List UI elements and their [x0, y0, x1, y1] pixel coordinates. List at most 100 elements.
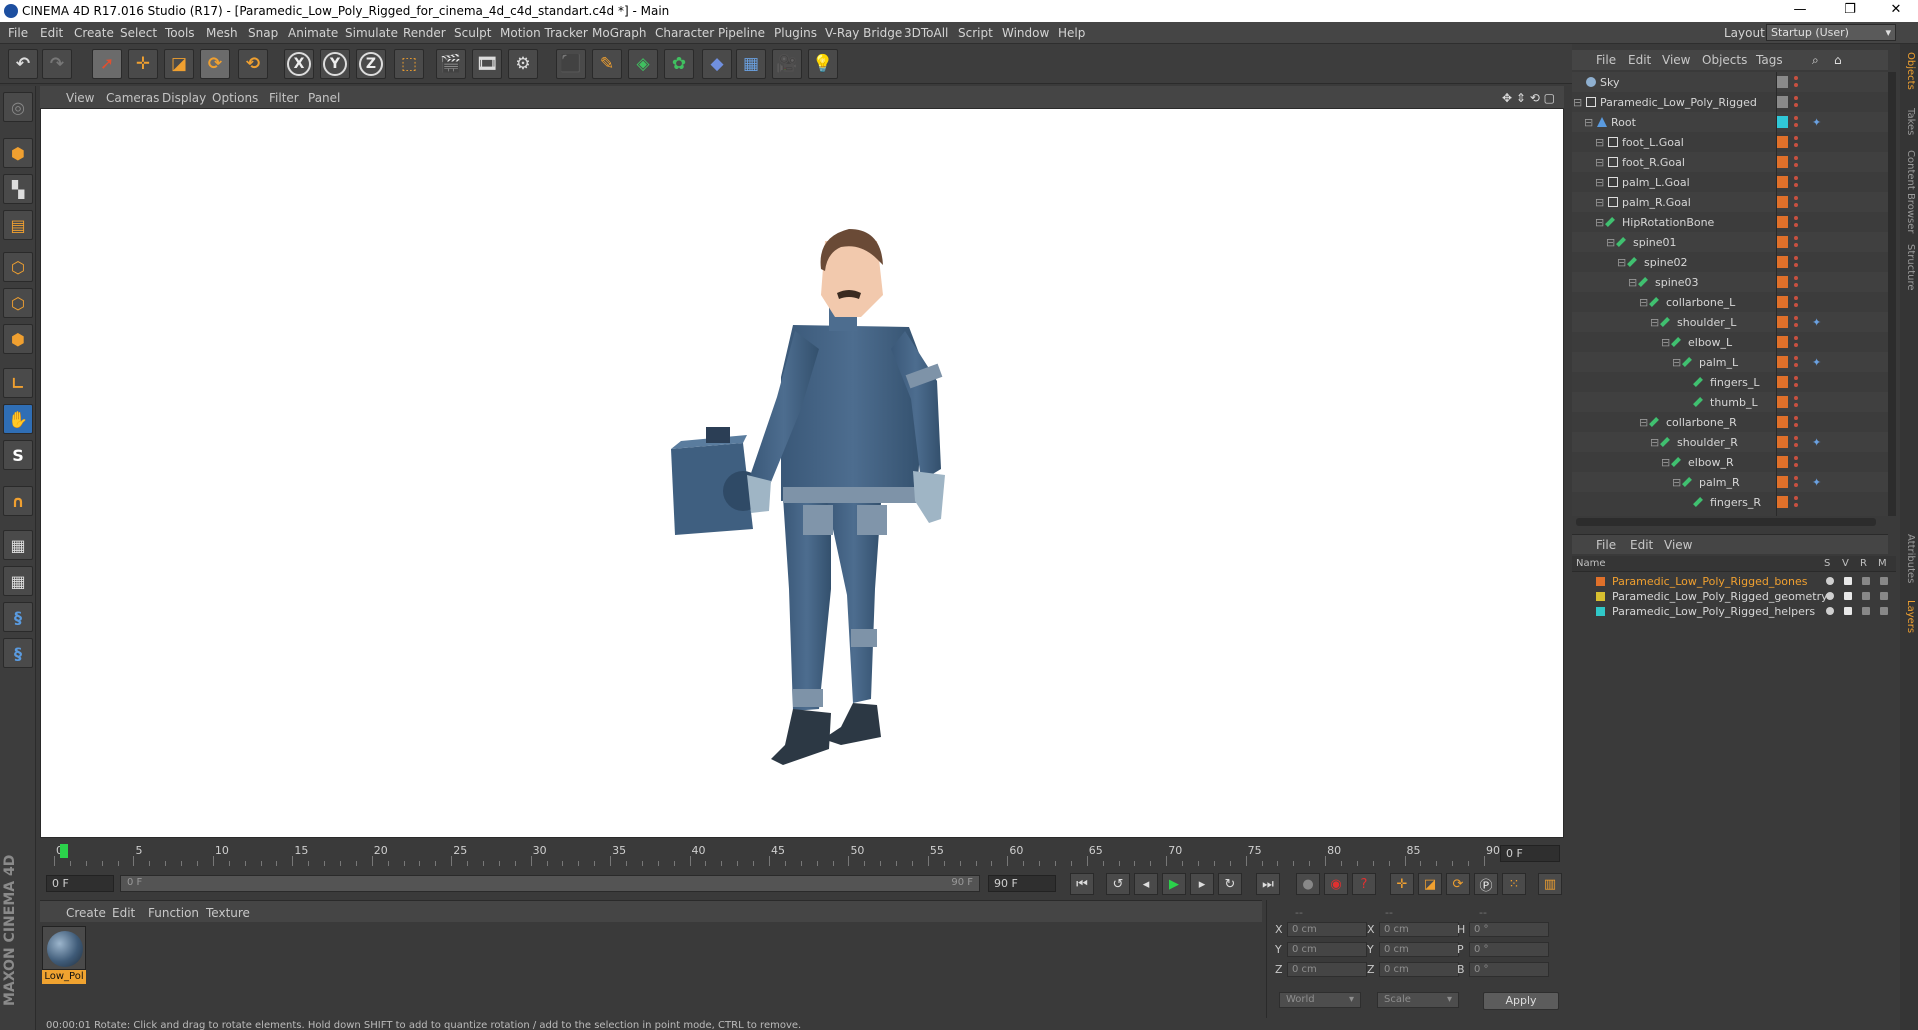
- layer-color-tag[interactable]: [1776, 476, 1788, 488]
- key-rotation-icon[interactable]: ⟳: [1446, 873, 1470, 895]
- ik-tag-icon[interactable]: ✦: [1812, 356, 1821, 369]
- object-row[interactable]: ⊟ elbow_R: [1572, 452, 1888, 472]
- model-mode-icon[interactable]: ⬢: [3, 138, 33, 168]
- lm-menu-view[interactable]: View: [1664, 538, 1692, 552]
- menu-help[interactable]: Help: [1058, 26, 1085, 40]
- object-row[interactable]: ⊟ palm_L ✦: [1572, 352, 1888, 372]
- editor-visibility-dot[interactable]: [1794, 96, 1798, 100]
- object-row[interactable]: thumb_L: [1572, 392, 1888, 412]
- tweak-mode-icon[interactable]: ✋: [3, 404, 33, 434]
- layer-color-tag[interactable]: [1776, 296, 1788, 308]
- render-visibility-dot[interactable]: [1794, 243, 1798, 247]
- layer-color-tag[interactable]: [1776, 416, 1788, 428]
- menu-file[interactable]: File: [8, 26, 28, 40]
- redo-button[interactable]: ↷: [42, 49, 72, 79]
- solo-toggle-icon[interactable]: [1826, 577, 1834, 585]
- menu-plugins[interactable]: Plugins: [774, 26, 817, 40]
- ik-tag-icon[interactable]: ✦: [1812, 476, 1821, 489]
- editor-visibility-dot[interactable]: [1794, 76, 1798, 80]
- render-picture-viewer-icon[interactable]: 🎞: [472, 49, 502, 79]
- object-row[interactable]: ⊟ foot_L.Goal: [1572, 132, 1888, 152]
- menu-mograph[interactable]: MoGraph: [592, 26, 647, 40]
- expand-toggle-icon[interactable]: ⊟: [1617, 256, 1626, 269]
- points-mode-icon[interactable]: ⬡: [3, 252, 33, 282]
- layer-color-tag[interactable]: [1776, 116, 1788, 128]
- object-row[interactable]: ⊟ Paramedic_Low_Poly_Rigged: [1572, 92, 1888, 112]
- render-toggle-icon[interactable]: [1862, 607, 1870, 615]
- layer-color-tag[interactable]: [1776, 196, 1788, 208]
- coord-field-rotation[interactable]: 0 °: [1469, 962, 1549, 977]
- editor-visibility-dot[interactable]: [1794, 116, 1798, 120]
- apply-button[interactable]: Apply: [1483, 992, 1559, 1010]
- material-thumbnail[interactable]: [42, 926, 86, 970]
- edges-mode-icon[interactable]: ⬡: [3, 288, 33, 318]
- editor-visibility-dot[interactable]: [1794, 336, 1798, 340]
- go-to-end-icon[interactable]: ⏭: [1256, 873, 1280, 895]
- object-vertical-scrollbar[interactable]: [1888, 72, 1896, 516]
- object-row[interactable]: fingers_R: [1572, 492, 1888, 512]
- menu-select[interactable]: Select: [120, 26, 157, 40]
- keyframe-selection-icon[interactable]: ?: [1352, 873, 1376, 895]
- layer-color-tag[interactable]: [1776, 96, 1788, 108]
- editor-visibility-dot[interactable]: [1794, 396, 1798, 400]
- layer-color-tag[interactable]: [1776, 356, 1788, 368]
- expand-toggle-icon[interactable]: ⊟: [1595, 136, 1604, 149]
- camera-icon[interactable]: 🎥: [772, 49, 802, 79]
- render-visibility-dot[interactable]: [1794, 363, 1798, 367]
- solo-toggle-icon[interactable]: [1826, 592, 1834, 600]
- layer-color-tag[interactable]: [1776, 376, 1788, 388]
- expand-toggle-icon[interactable]: ⊟: [1650, 436, 1659, 449]
- render-visibility-dot[interactable]: [1794, 383, 1798, 387]
- layer-row[interactable]: Paramedic_Low_Poly_Rigged_bones: [1572, 574, 1896, 589]
- editor-visibility-dot[interactable]: [1794, 476, 1798, 480]
- expand-toggle-icon[interactable]: ⊟: [1595, 156, 1604, 169]
- menu-character[interactable]: Character: [655, 26, 714, 40]
- python-script-icon[interactable]: §: [3, 602, 33, 632]
- editor-visibility-dot[interactable]: [1794, 316, 1798, 320]
- tab-attributes[interactable]: Attributes: [1905, 534, 1916, 583]
- expand-toggle-icon[interactable]: ⊟: [1595, 216, 1604, 229]
- menu-simulate[interactable]: Simulate: [345, 26, 398, 40]
- view-toggle-icon[interactable]: [1844, 592, 1852, 600]
- coord-field-rotation[interactable]: 0 °: [1469, 922, 1549, 937]
- viewport-menu-options[interactable]: Options: [212, 91, 258, 105]
- texture-mode-icon[interactable]: ▚: [3, 174, 33, 204]
- layer-color-tag[interactable]: [1776, 156, 1788, 168]
- menu-3dtoall[interactable]: 3DToAll: [904, 26, 948, 40]
- object-row[interactable]: ⊟ spine01: [1572, 232, 1888, 252]
- snap-icon[interactable]: S: [3, 440, 33, 470]
- expand-toggle-icon[interactable]: ⊟: [1672, 356, 1681, 369]
- om-menu-tags[interactable]: Tags: [1756, 53, 1783, 67]
- menu-motion-tracker[interactable]: Motion Tracker: [500, 26, 588, 40]
- menu-tools[interactable]: Tools: [165, 26, 195, 40]
- coord-field-position[interactable]: 0 cm: [1287, 922, 1367, 937]
- make-editable-icon[interactable]: ◎: [3, 92, 33, 122]
- start-frame-field[interactable]: 0 F: [46, 875, 114, 892]
- menu-snap[interactable]: Snap: [248, 26, 278, 40]
- object-row[interactable]: ⊟ spine03: [1572, 272, 1888, 292]
- record-keys-icon[interactable]: ●: [1296, 873, 1320, 895]
- scale-icon[interactable]: ◪: [164, 49, 194, 79]
- render-visibility-dot[interactable]: [1794, 143, 1798, 147]
- render-visibility-dot[interactable]: [1794, 283, 1798, 287]
- coord-field-size[interactable]: 0 cm: [1379, 962, 1459, 977]
- editor-visibility-dot[interactable]: [1794, 216, 1798, 220]
- recent-tool-icon[interactable]: ⟲: [238, 49, 268, 79]
- om-menu-objects[interactable]: Objects: [1702, 53, 1747, 67]
- render-visibility-dot[interactable]: [1794, 103, 1798, 107]
- menu-edit[interactable]: Edit: [40, 26, 63, 40]
- render-visibility-dot[interactable]: [1794, 503, 1798, 507]
- object-row[interactable]: ⊟ collarbone_R: [1572, 412, 1888, 432]
- viewport-menu-filter[interactable]: Filter: [269, 91, 299, 105]
- pen-spline-icon[interactable]: ✎: [592, 49, 622, 79]
- expand-toggle-icon[interactable]: ⊟: [1573, 96, 1582, 109]
- timeline-ruler[interactable]: 051015202530354045505560657075808590 0 F: [40, 840, 1564, 868]
- previous-frame-icon[interactable]: ◂: [1134, 873, 1158, 895]
- axis-mode-icon[interactable]: ∟: [3, 368, 33, 398]
- object-row[interactable]: ⊟ elbow_L: [1572, 332, 1888, 352]
- expand-toggle-icon[interactable]: ⊟: [1661, 456, 1670, 469]
- tab-takes[interactable]: Takes: [1905, 108, 1916, 135]
- material-name[interactable]: Low_Pol: [42, 970, 86, 984]
- render-toggle-icon[interactable]: [1862, 592, 1870, 600]
- go-to-start-icon[interactable]: ⏮: [1070, 873, 1094, 895]
